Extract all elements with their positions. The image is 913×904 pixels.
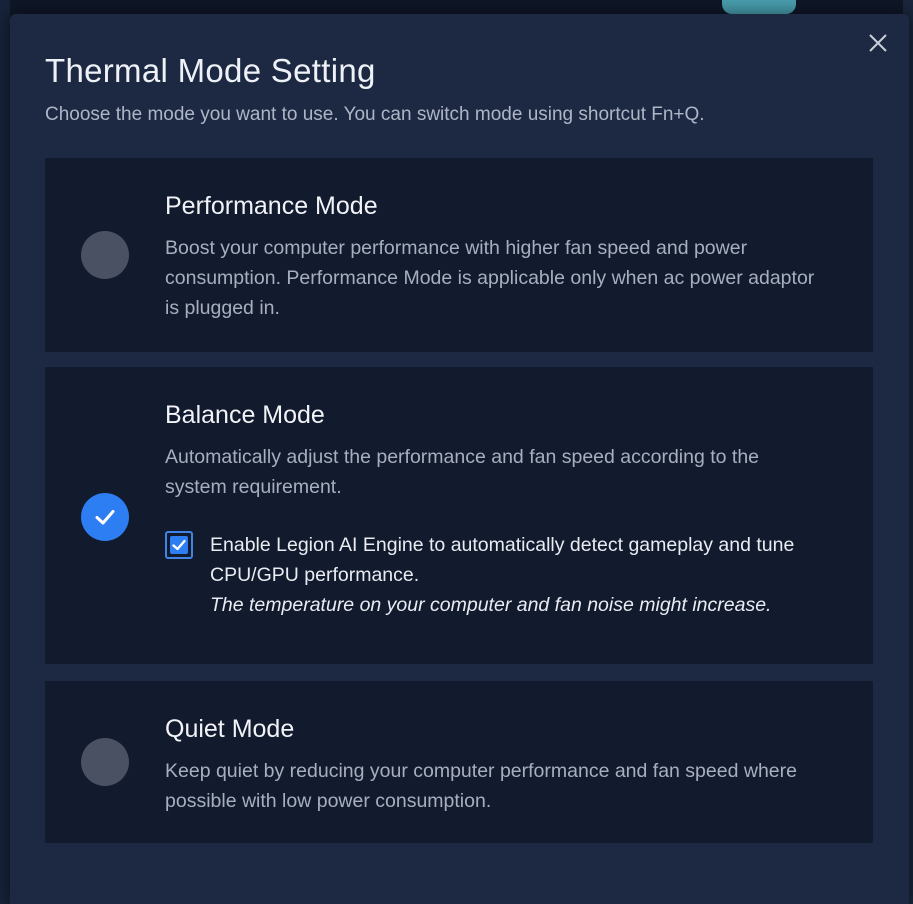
performance-mode-card[interactable]: Performance Mode Boost your computer per… <box>45 158 873 352</box>
checkmark-icon <box>95 510 115 525</box>
close-icon <box>869 34 887 52</box>
quiet-mode-description: Keep quiet by reducing your computer per… <box>165 760 797 812</box>
balance-mode-radio[interactable] <box>81 493 129 541</box>
close-button[interactable] <box>865 30 891 56</box>
balance-mode-card[interactable]: Balance Mode Automatically adjust the pe… <box>45 367 873 664</box>
background-left-edge <box>0 0 10 904</box>
checkbox-check-icon <box>172 539 186 551</box>
performance-mode-title: Performance Mode <box>165 192 378 220</box>
ai-engine-note: The temperature on your computer and fan… <box>210 594 772 616</box>
quiet-mode-radio[interactable] <box>81 738 129 786</box>
quiet-mode-title: Quiet Mode <box>165 715 295 743</box>
ai-engine-checkbox[interactable] <box>165 531 193 559</box>
dialog-title: Thermal Mode Setting <box>45 52 376 89</box>
ai-engine-option: Enable Legion AI Engine to automatically… <box>165 530 825 620</box>
performance-mode-radio[interactable] <box>81 231 129 279</box>
dialog-subtitle: Choose the mode you want to use. You can… <box>45 104 705 125</box>
background-top-graphic <box>722 0 796 14</box>
performance-mode-description: Boost your computer performance with hig… <box>165 237 815 319</box>
quiet-mode-card[interactable]: Quiet Mode Keep quiet by reducing your c… <box>45 681 873 843</box>
balance-mode-description: Automatically adjust the performance and… <box>165 446 760 498</box>
ai-engine-label[interactable]: Enable Legion AI Engine to automatically… <box>210 530 825 590</box>
checkbox-fill <box>170 536 188 554</box>
balance-mode-title: Balance Mode <box>165 401 325 429</box>
thermal-mode-dialog: Thermal Mode Setting Choose the mode you… <box>10 14 909 904</box>
